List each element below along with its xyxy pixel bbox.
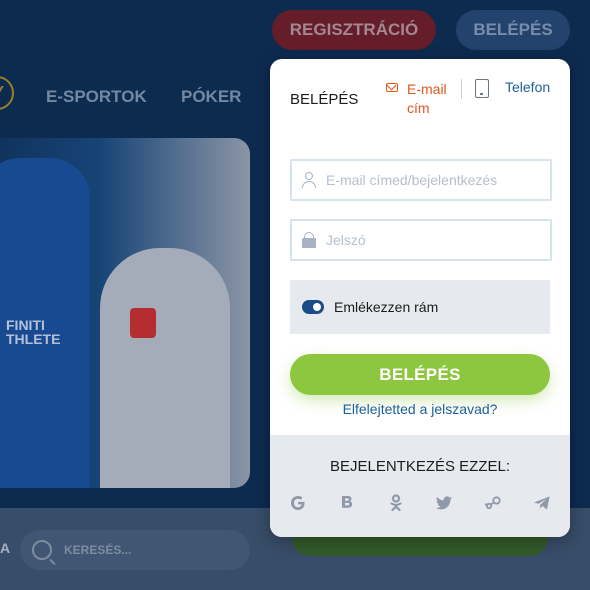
- mail-icon: [386, 83, 398, 92]
- user-icon: [302, 172, 316, 188]
- twitter-icon[interactable]: [434, 493, 454, 513]
- steam-icon[interactable]: [483, 493, 503, 513]
- remember-me-label: Emlékezzen rám: [334, 299, 439, 315]
- forgot-password-link[interactable]: Elfelejtetted a jelszavad?: [270, 401, 570, 417]
- lock-icon: [302, 232, 316, 248]
- password-field[interactable]: [324, 231, 538, 249]
- tab-phone-label: Telefon: [505, 79, 551, 95]
- tab-phone[interactable]: Telefon: [475, 79, 550, 98]
- email-field-wrapper: [290, 159, 552, 201]
- tab-divider: [461, 79, 462, 99]
- password-field-wrapper: [290, 219, 552, 261]
- phone-icon: [475, 79, 489, 98]
- login-panel: BELÉPÉS E-mail cím Telefon Emlékezzen rá…: [270, 59, 570, 537]
- google-icon[interactable]: [288, 493, 308, 513]
- social-icons-row: [288, 493, 552, 513]
- login-button[interactable]: BELÉPÉS: [290, 354, 550, 395]
- remember-me-toggle[interactable]: [302, 300, 324, 314]
- tab-email[interactable]: E-mail cím: [386, 80, 455, 118]
- tab-email-label: E-mail cím: [407, 81, 447, 116]
- social-login-title: BEJELENTKEZÉS EZZEL:: [329, 458, 511, 475]
- remember-me-row: Emlékezzen rám: [290, 280, 550, 334]
- odnoklassniki-icon[interactable]: [386, 493, 406, 513]
- b-icon[interactable]: [337, 493, 357, 513]
- email-field[interactable]: [324, 171, 538, 189]
- social-login-section: BEJELENTKEZÉS EZZEL:: [270, 435, 570, 537]
- telegram-icon[interactable]: [532, 493, 552, 513]
- login-panel-title: BELÉPÉS: [290, 91, 359, 108]
